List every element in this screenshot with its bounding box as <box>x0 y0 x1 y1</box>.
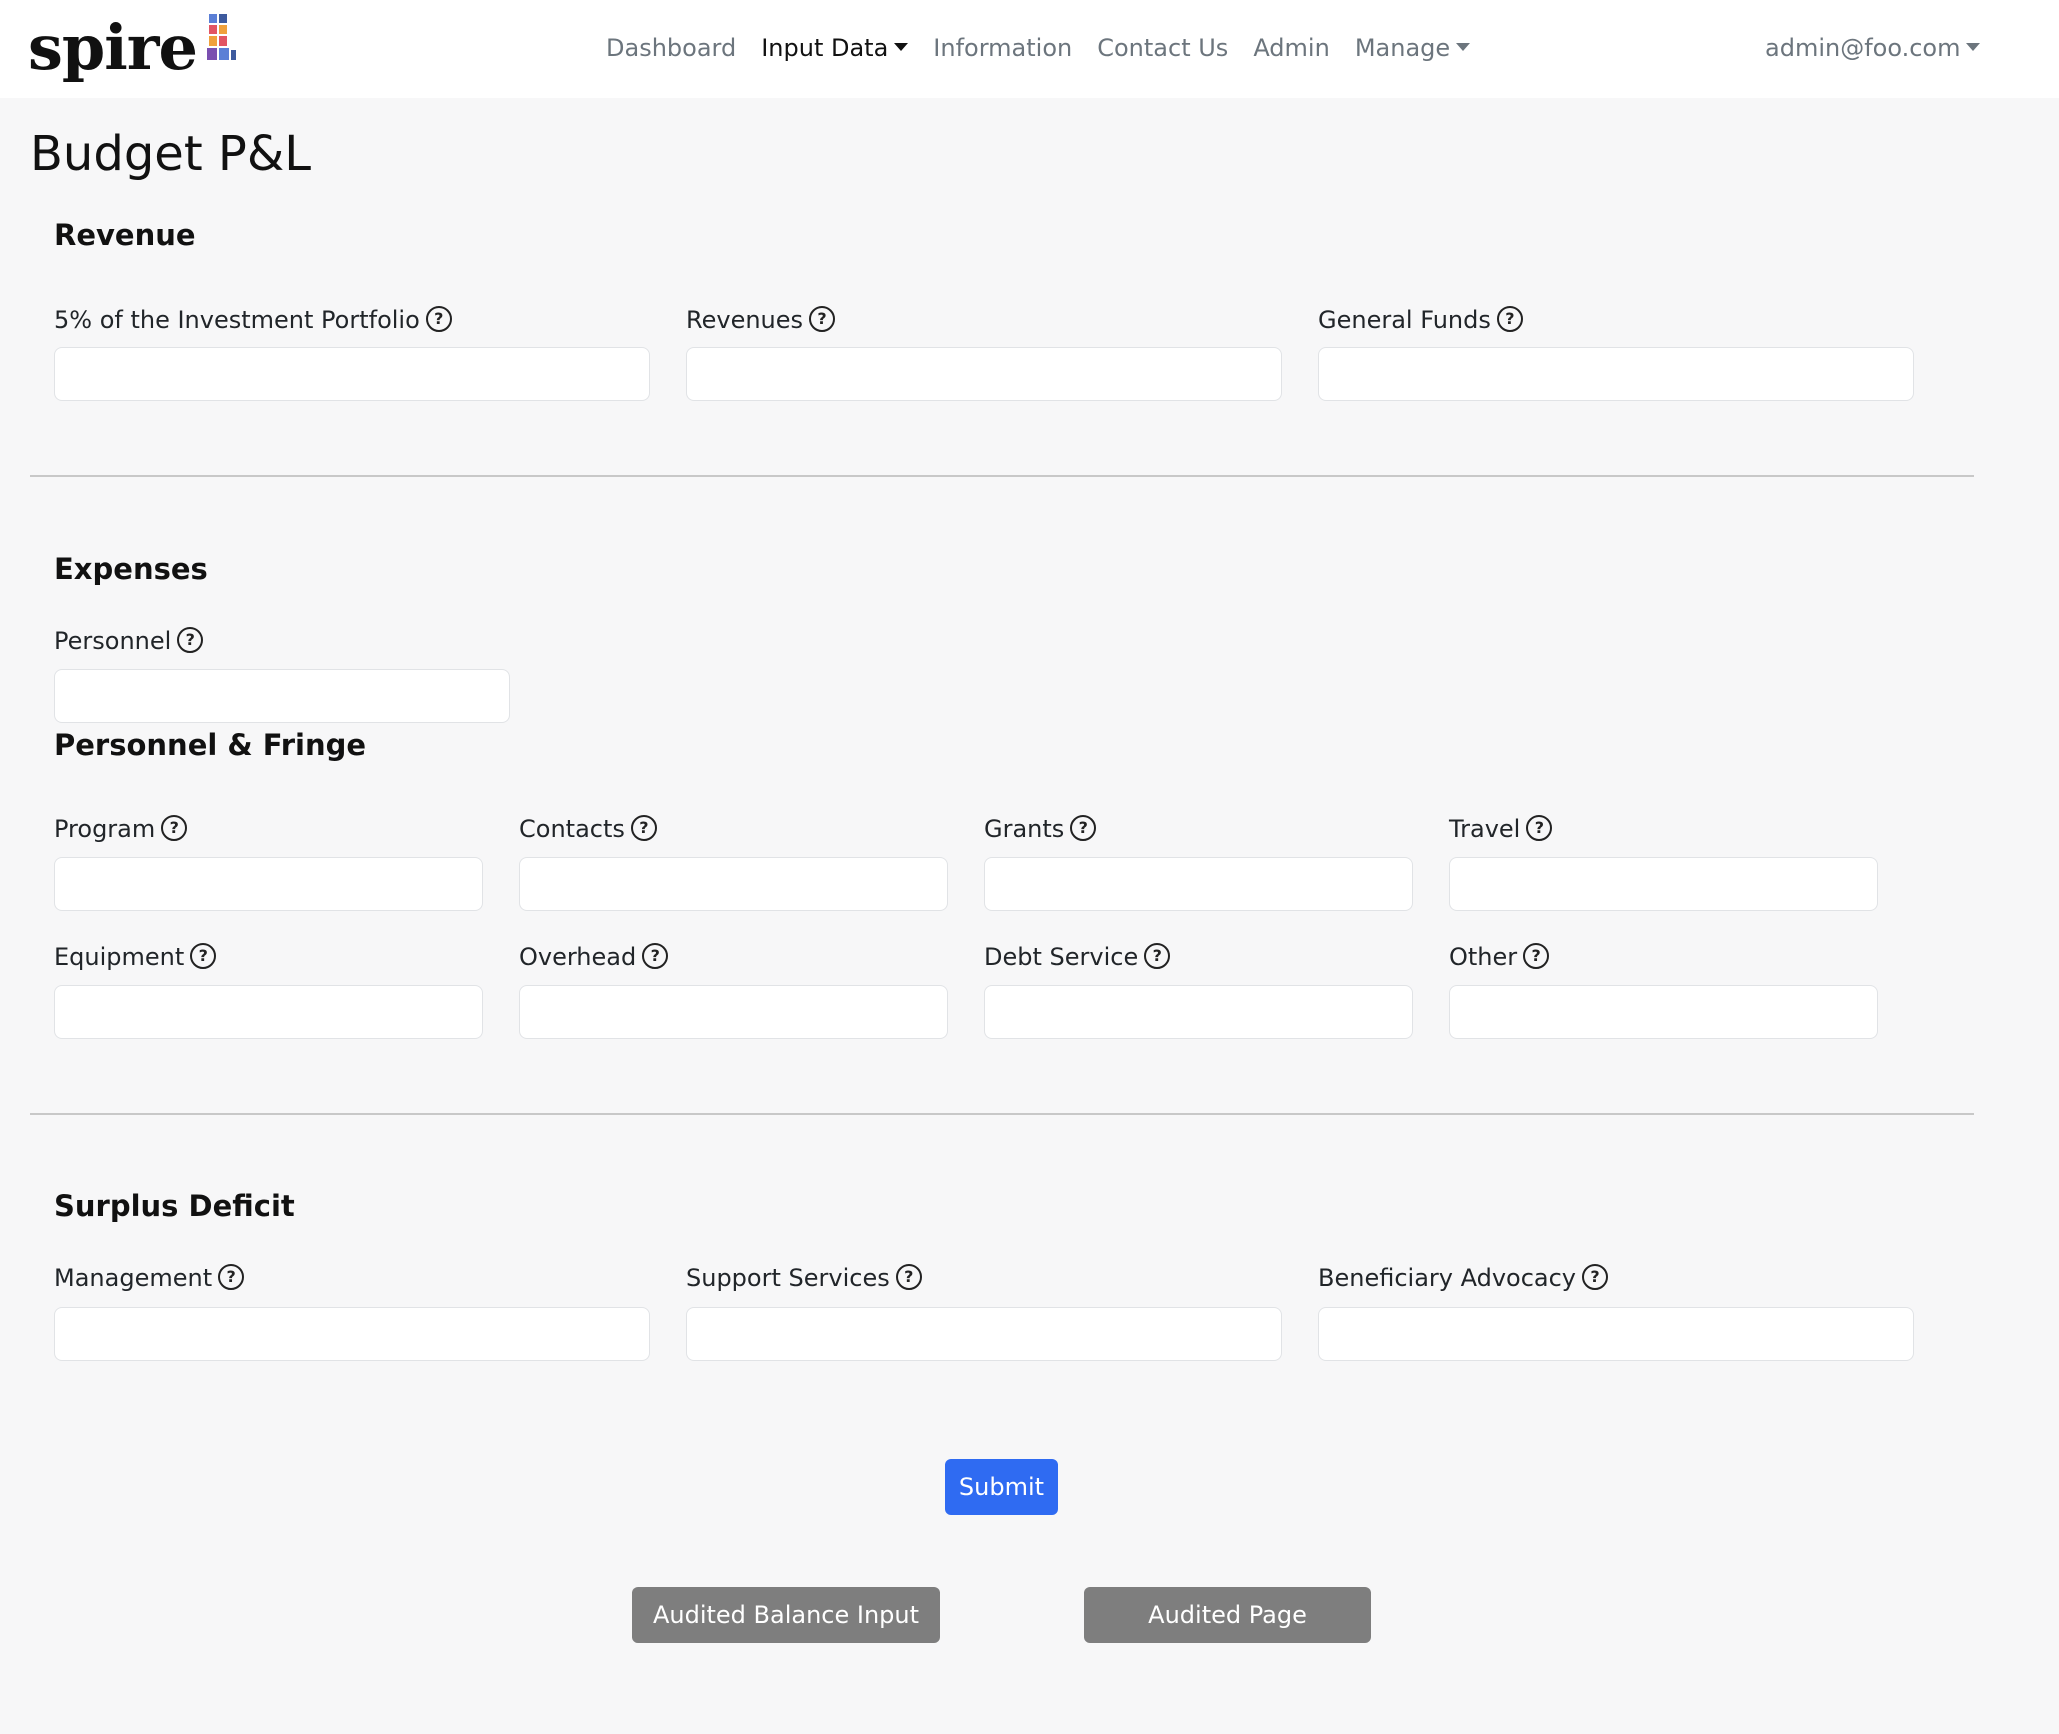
grants-input[interactable] <box>984 857 1413 911</box>
debt-service-label: Debt Service? <box>984 940 1171 974</box>
help-icon[interactable]: ? <box>630 815 657 841</box>
help-icon[interactable]: ? <box>161 815 188 841</box>
field-label-text: 5% of the Investment Portfolio <box>54 306 420 334</box>
revenues-input[interactable] <box>686 347 1282 401</box>
audited-balance-input-button[interactable]: Audited Balance Input <box>632 1587 940 1643</box>
help-icon[interactable]: ? <box>1070 815 1097 841</box>
support-services-label: Support Services? <box>686 1261 922 1295</box>
field-label-text: Program <box>54 815 156 843</box>
personnel-label: Personnel? <box>54 624 204 658</box>
nav-manage-label: Manage <box>1354 34 1451 62</box>
other-label: Other? <box>1449 940 1550 974</box>
nav-dashboard[interactable]: Dashboard <box>606 28 736 68</box>
nav-manage-dropdown[interactable]: Manage <box>1354 28 1471 68</box>
other-input[interactable] <box>1449 985 1878 1039</box>
overhead-label: Overhead? <box>519 940 669 974</box>
investment-portfolio-label: 5% of the Investment Portfolio? <box>54 303 452 337</box>
page-title: Budget P&L <box>30 126 312 182</box>
help-icon[interactable]: ? <box>809 306 836 332</box>
grants-label: Grants? <box>984 812 1097 846</box>
nav-input-data-label: Input Data <box>761 34 889 62</box>
personnel-fringe-section-title: Personnel & Fringe <box>54 728 367 762</box>
management-label: Management? <box>54 1261 245 1295</box>
field-label-text: Travel <box>1449 815 1521 843</box>
field-label-text: Beneficiary Advocacy <box>1318 1264 1577 1292</box>
revenue-section-title: Revenue <box>54 218 196 252</box>
help-icon[interactable]: ? <box>1523 943 1550 969</box>
caret-down-icon <box>894 43 909 51</box>
audited-page-button[interactable]: Audited Page <box>1084 1587 1371 1643</box>
nav-input-data-dropdown[interactable]: Input Data <box>761 28 909 68</box>
help-icon[interactable]: ? <box>1144 943 1171 969</box>
field-label-text: Management <box>54 1264 213 1292</box>
nav-contact-us[interactable]: Contact Us <box>1097 28 1228 68</box>
help-icon[interactable]: ? <box>425 306 452 332</box>
caret-down-icon <box>1966 43 1981 51</box>
travel-label: Travel? <box>1449 812 1553 846</box>
help-icon[interactable]: ? <box>218 1264 245 1290</box>
field-label-text: Overhead <box>519 943 637 971</box>
help-icon[interactable]: ? <box>190 943 217 969</box>
field-label-text: General Funds <box>1318 306 1491 334</box>
brand-wordmark: spire <box>28 11 198 84</box>
help-icon[interactable]: ? <box>1526 815 1553 841</box>
top-navbar: spire Dashboard Input Data Information C… <box>0 0 2059 98</box>
field-label-text: Revenues <box>686 306 804 334</box>
contacts-input[interactable] <box>519 857 948 911</box>
user-email: admin@foo.com <box>1765 34 1961 62</box>
debt-service-input[interactable] <box>984 985 1413 1039</box>
submit-button[interactable]: Submit <box>945 1459 1058 1515</box>
caret-down-icon <box>1456 43 1471 51</box>
beneficiary-advocacy-input[interactable] <box>1318 1307 1914 1361</box>
investment-portfolio-input[interactable] <box>54 347 650 401</box>
section-divider <box>30 1113 1974 1115</box>
spire-logo-icon <box>206 14 236 60</box>
nav-information[interactable]: Information <box>933 28 1072 68</box>
nav-admin[interactable]: Admin <box>1253 28 1330 68</box>
equipment-label: Equipment? <box>54 940 217 974</box>
field-label-text: Personnel <box>54 627 172 655</box>
expenses-section-title: Expenses <box>54 552 208 586</box>
general-funds-input[interactable] <box>1318 347 1914 401</box>
field-label-text: Grants <box>984 815 1065 843</box>
beneficiary-advocacy-label: Beneficiary Advocacy? <box>1318 1261 1609 1295</box>
help-icon[interactable]: ? <box>642 943 669 969</box>
personnel-input[interactable] <box>54 669 510 723</box>
field-label-text: Equipment <box>54 943 185 971</box>
general-funds-label: General Funds? <box>1318 303 1523 337</box>
contacts-label: Contacts? <box>519 812 657 846</box>
help-icon[interactable]: ? <box>177 627 204 653</box>
section-divider <box>30 475 1974 477</box>
main-nav: Dashboard Input Data Information Contact… <box>606 28 1495 68</box>
field-label-text: Support Services <box>686 1264 890 1292</box>
travel-input[interactable] <box>1449 857 1878 911</box>
help-icon[interactable]: ? <box>1496 306 1523 332</box>
field-label-text: Other <box>1449 943 1518 971</box>
help-icon[interactable]: ? <box>895 1264 922 1290</box>
brand-logo[interactable]: spire <box>28 8 239 88</box>
field-label-text: Debt Service <box>984 943 1139 971</box>
surplus-deficit-section-title: Surplus Deficit <box>54 1189 295 1223</box>
support-services-input[interactable] <box>686 1307 1282 1361</box>
program-input[interactable] <box>54 857 483 911</box>
user-menu-dropdown[interactable]: admin@foo.com <box>1765 28 1981 68</box>
equipment-input[interactable] <box>54 985 483 1039</box>
overhead-input[interactable] <box>519 985 948 1039</box>
help-icon[interactable]: ? <box>1582 1264 1609 1290</box>
management-input[interactable] <box>54 1307 650 1361</box>
revenues-label: Revenues? <box>686 303 836 337</box>
field-label-text: Contacts <box>519 815 625 843</box>
program-label: Program? <box>54 812 188 846</box>
